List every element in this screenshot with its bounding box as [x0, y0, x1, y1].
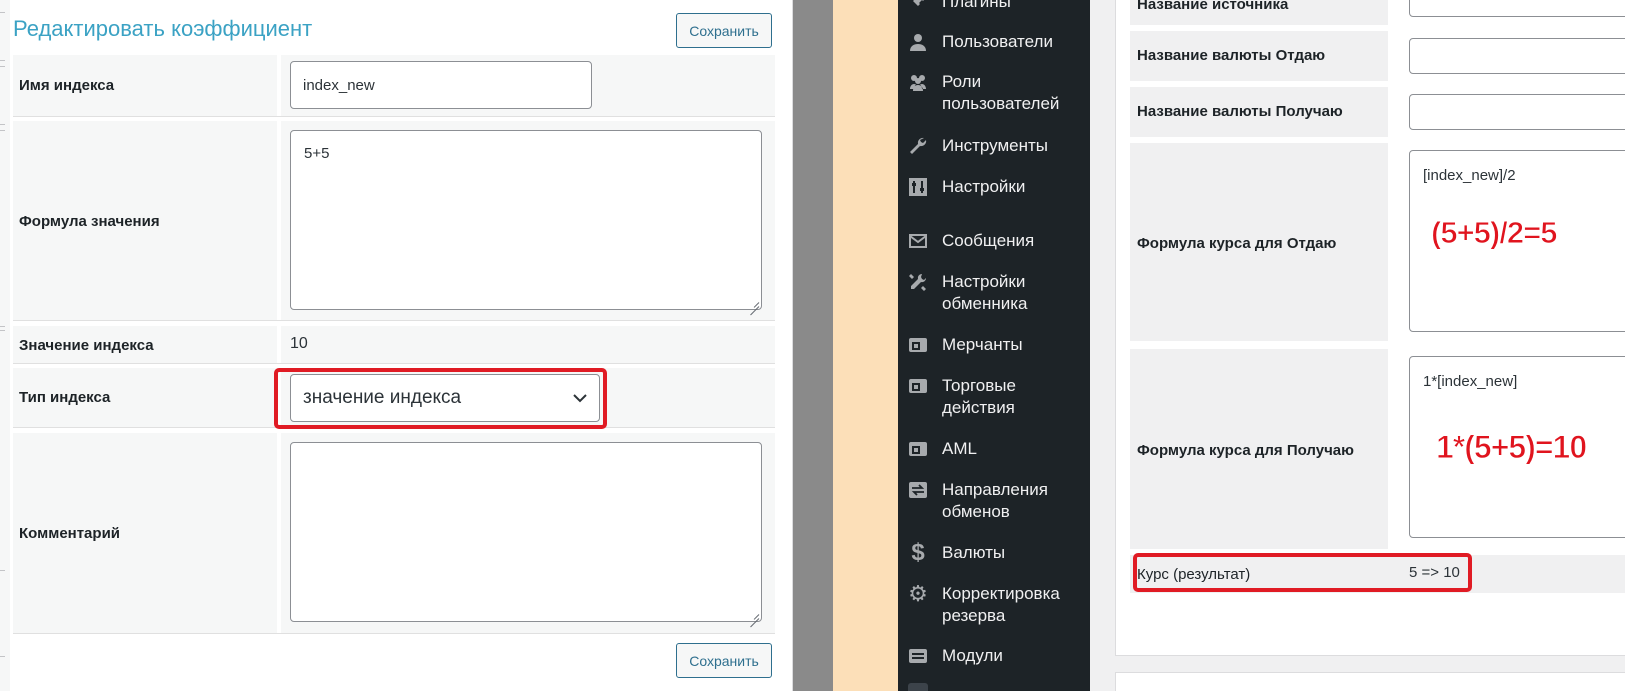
row-source-name: Название источника [1130, 0, 1625, 25]
row-get-formula: Формула курса для Получаю 1*[index_new] … [1130, 349, 1625, 549]
sidebar-item-label: Плагины [942, 0, 1011, 11]
index-value-text: 10 [290, 335, 308, 352]
sidebar-item-label: Направления обменов [942, 480, 1048, 521]
save-button-bottom[interactable]: Сохранить [676, 643, 772, 678]
comment-label: Комментарий [19, 525, 121, 542]
sidebar-item-label: AML [942, 439, 977, 458]
merchant-icon [908, 335, 928, 355]
dollar-icon: $ [911, 539, 925, 566]
sidebar-item-plugins[interactable]: Плагины [898, 0, 1090, 13]
trade-icon [908, 376, 928, 396]
save-button-top[interactable]: Сохранить [676, 13, 772, 48]
sidebar-item-label: Сообщения [942, 231, 1035, 250]
get-formula-annotation: 1*(5+5)=10 [1435, 429, 1587, 466]
envelope-icon [908, 231, 928, 251]
formula-label: Формула значения [19, 213, 160, 230]
sidebar-item-currencies[interactable]: $ Валюты [898, 539, 1090, 566]
sidebar-item-label: Пользователи [942, 32, 1053, 51]
sidebar-item-label: Инструменты [942, 136, 1049, 155]
aml-icon [908, 439, 928, 459]
give-currency-input[interactable] [1409, 38, 1625, 74]
tools-icon [908, 272, 928, 292]
row-comment: Комментарий [13, 433, 775, 634]
sidebar-item-reserve-adjustment[interactable]: ⚙ Корректировка резерва [898, 583, 1090, 627]
get-formula-label: Формула курса для Получаю [1137, 442, 1354, 459]
sidebar-item-settings[interactable]: Настройки [898, 176, 1090, 198]
background-strip [833, 0, 898, 691]
users-group-icon [908, 72, 928, 92]
gear-icon: ⚙ [908, 581, 928, 606]
source-name-input[interactable] [1409, 0, 1625, 17]
sidebar-item-label: Настройки [942, 177, 1026, 196]
get-formula-text: 1*[index_new] [1423, 373, 1518, 390]
left-edge-strip [0, 0, 10, 691]
window-gap [793, 0, 833, 691]
plugins-icon [908, 0, 928, 12]
resize-grip-icon[interactable] [749, 609, 759, 619]
sidebar-item-label: Корректировка резерва [942, 584, 1060, 625]
row-formula: Формула значения 5+5 [13, 121, 775, 321]
settings-sliders-icon [908, 177, 928, 197]
wrench-icon [908, 136, 928, 156]
sidebar-item-label: Настройки обменника [942, 272, 1028, 313]
give-formula-annotation: (5+5)/2=5 [1430, 215, 1557, 251]
index-type-label: Тип индекса [19, 389, 111, 406]
sidebar-item-label: Торговые действия [942, 376, 1016, 417]
index-name-label: Имя индекса [19, 77, 115, 94]
highlight-rate-result [1133, 553, 1472, 592]
index-value-label: Значение индекса [19, 337, 154, 354]
sidebar-item-modules[interactable]: Модули [898, 645, 1090, 667]
sidebar-item-exchanger-settings[interactable]: Настройки обменника [898, 271, 1090, 315]
page-title: Редактировать коэффициент [13, 16, 313, 41]
row-index-name: Имя индекса index_new [13, 55, 775, 117]
row-give-currency: Название валюты Отдаю [1130, 31, 1625, 81]
formula-textarea[interactable]: 5+5 [290, 130, 762, 310]
give-currency-label: Название валюты Отдаю [1137, 47, 1326, 64]
sidebar-item-exchange-directions[interactable]: Направления обменов [898, 479, 1090, 523]
source-name-label: Название источника [1137, 0, 1289, 13]
row-give-formula: Формула курса для Отдаю [index_new]/2 (5… [1130, 143, 1625, 341]
sidebar-item-label: Модули [942, 646, 1003, 665]
next-card [1115, 672, 1625, 691]
index-name-input[interactable]: index_new [290, 61, 592, 109]
highlight-index-type [274, 368, 607, 429]
user-icon [908, 32, 928, 52]
sidebar-item-merchants[interactable]: Мерчанты [898, 334, 1090, 356]
sidebar-item-messages[interactable]: Сообщения [898, 230, 1090, 252]
sidebar-item-label: Роли пользователей [942, 72, 1060, 113]
sidebar-item-user-roles[interactable]: Роли пользователей [898, 71, 1090, 115]
get-currency-label: Название валюты Получаю [1137, 103, 1343, 120]
sidebar-item-trade-actions[interactable]: Торговые действия [898, 375, 1090, 419]
sidebar-item-label: Валюты [942, 543, 1006, 562]
edit-coefficient-panel: Редактировать коэффициент Сохранить Имя … [0, 0, 793, 691]
sidebar-item-users[interactable]: Пользователи [898, 31, 1090, 53]
directions-icon [908, 480, 928, 500]
formula-text: 5+5 [304, 145, 330, 162]
sidebar-item-aml[interactable]: AML [898, 438, 1090, 460]
give-formula-text: [index_new]/2 [1423, 167, 1516, 184]
get-currency-input[interactable] [1409, 94, 1625, 130]
comment-textarea[interactable] [290, 442, 762, 622]
row-get-currency: Название валюты Получаю [1130, 87, 1625, 137]
next-menu-icon [908, 683, 928, 691]
modules-icon [908, 646, 928, 666]
row-index-value: Значение индекса 10 [13, 326, 775, 364]
sidebar-item-tools[interactable]: Инструменты [898, 135, 1090, 157]
give-formula-label: Формула курса для Отдаю [1137, 235, 1337, 252]
sidebar-item-label: Мерчанты [942, 335, 1023, 354]
resize-grip-icon[interactable] [749, 297, 759, 307]
admin-sidebar: Плагины Пользователи Роли пользователей … [898, 0, 1090, 691]
